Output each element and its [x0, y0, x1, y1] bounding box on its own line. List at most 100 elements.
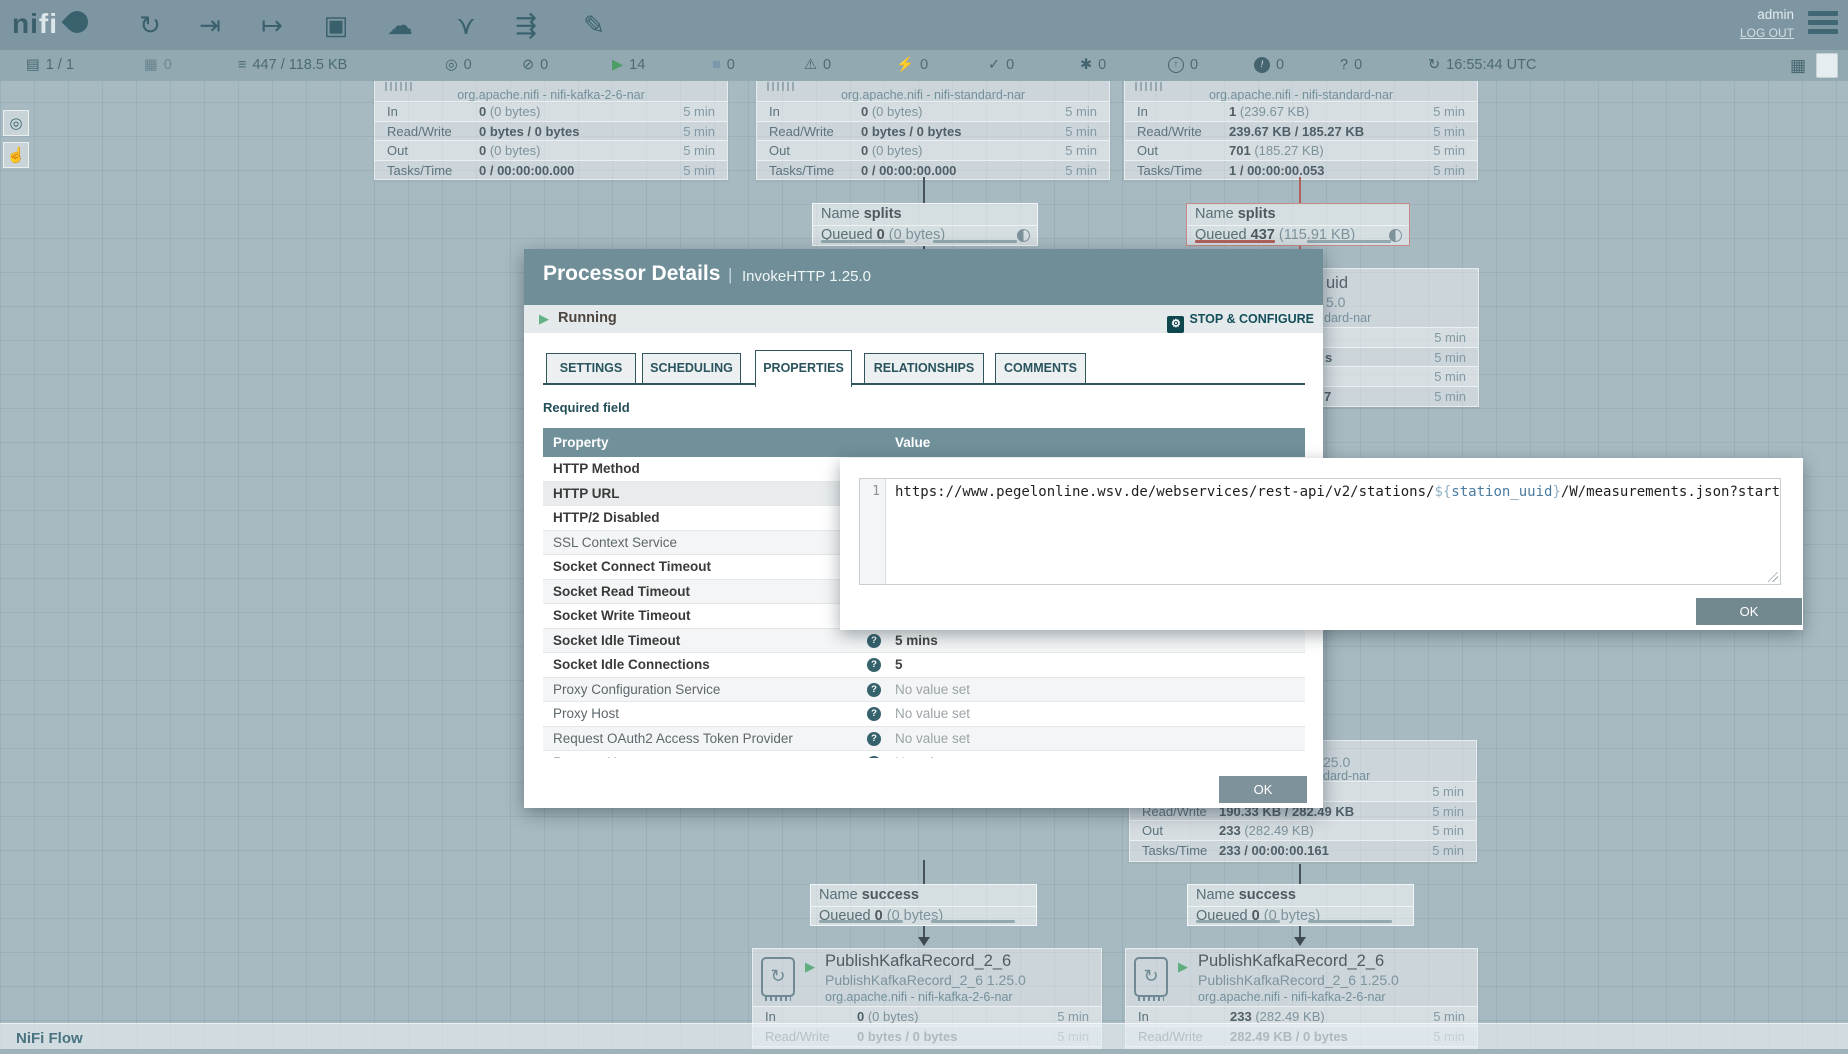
el-close-brace: } — [1552, 484, 1560, 500]
property-row-clipped[interactable]: Request Username?No value set — [543, 751, 1305, 758]
label-palette-icon[interactable]: ✎ — [572, 8, 616, 42]
refresh-icon: ↻ — [1428, 57, 1440, 73]
running-icon: ▶ — [1178, 959, 1188, 975]
dialog-tabs: SETTINGS SCHEDULING PROPERTIES RELATIONS… — [543, 350, 1305, 388]
navigate-icon: ◎ — [9, 115, 22, 132]
cluster-status: ▤1 / 1 — [26, 50, 74, 81]
invalid-icon: ⚠ — [804, 57, 817, 73]
stop-and-configure-button[interactable]: ⚙STOP & CONFIGURE — [1167, 309, 1314, 329]
value-editor-popup: 1 https://www.pegelonline.wsv.de/webserv… — [840, 458, 1803, 630]
locally-modified-icon: ✱ — [1080, 57, 1092, 73]
stat-row: Out 0 (0 bytes) 5 min — [375, 140, 727, 161]
stat-row: Out 0 (0 bytes) 5 min — [757, 140, 1109, 161]
stat-row: Tasks/Time 0 / 00:00:00.000 5 min — [375, 160, 727, 181]
template-palette-icon[interactable]: ⇶ — [504, 8, 548, 42]
locally-modified-and-stale-status: !0 — [1254, 50, 1284, 81]
invalid-status: ⚠0 — [804, 50, 831, 81]
connection-line — [1299, 864, 1301, 884]
run-state-label: Running — [558, 310, 617, 326]
breadcrumb[interactable]: NiFi Flow — [16, 1030, 83, 1047]
nifi-logo: nifi — [12, 8, 58, 40]
queued-icon: ≡ — [238, 57, 246, 73]
dialog-header: Processor Details | InvokeHTTP 1.25.0 — [524, 249, 1323, 305]
tab-underline — [543, 383, 1305, 385]
property-row-socket-idle-connections[interactable]: Socket Idle Connections?5 — [543, 653, 1305, 678]
connection-label-splits-left[interactable]: Name splits Queued 0 (0 bytes) — [812, 203, 1038, 246]
editor-code-line[interactable]: https://www.pegelonline.wsv.de/webservic… — [887, 479, 1780, 584]
connection-label-splits-right[interactable]: Name splits Queued 437 (115.91 KB) — [1186, 203, 1410, 246]
processor-bundle: org.apache.nifi - nifi-standard-nar — [757, 88, 1109, 102]
output-port-palette-icon[interactable]: ↦ — [250, 8, 294, 42]
tab-scheduling[interactable]: SCHEDULING — [642, 353, 741, 384]
help-icon[interactable]: ? — [867, 634, 881, 648]
process-group-palette-icon[interactable]: ▣ — [314, 8, 358, 42]
editor-ok-button[interactable]: OK — [1696, 598, 1802, 625]
arrowhead-icon — [918, 937, 930, 946]
help-icon[interactable]: ? — [867, 683, 881, 697]
property-row-proxy-host[interactable]: Proxy Host?No value set — [543, 702, 1305, 727]
stat-row: Out 701 (185.27 KB) 5 min — [1125, 140, 1477, 161]
nifi-app: org.apache.nifi - nifi-kafka-2-6-nar In … — [0, 0, 1848, 1054]
not-transmitting-status: ⊘0 — [522, 50, 548, 81]
panel-toggle-icon[interactable] — [1816, 53, 1838, 78]
gear-icon: ⚙ — [1167, 316, 1184, 333]
dialog-subtitle: InvokeHTTP 1.25.0 — [742, 268, 871, 285]
sync-failure-status: ?0 — [1340, 50, 1362, 81]
up-to-date-status: ✓0 — [988, 50, 1014, 81]
funnel-palette-icon[interactable]: ⋎ — [444, 8, 488, 42]
dialog-status-row: ▶ Running ⚙STOP & CONFIGURE — [524, 305, 1323, 333]
help-icon[interactable]: ? — [867, 732, 881, 746]
el-variable: station_uuid — [1451, 484, 1552, 500]
tab-properties[interactable]: PROPERTIES — [755, 350, 852, 387]
stat-row: Tasks/Time 1 / 00:00:00.053 5 min — [1125, 160, 1477, 181]
processor-bundle: org.apache.nifi - nifi-kafka-2-6-nar — [375, 88, 727, 102]
dialog-ok-button[interactable]: OK — [1219, 776, 1307, 803]
expression-editor[interactable]: 1 https://www.pegelonline.wsv.de/webserv… — [859, 478, 1781, 585]
flow-status-bar: ▤1 / 1 ▦0 ≡447 / 118.5 KB ◎0 ⊘0 ▶14 ■0 ⚠… — [0, 50, 1848, 81]
input-port-palette-icon[interactable]: ⇥ — [188, 8, 232, 42]
dialog-title: Processor Details — [543, 262, 720, 286]
stat-row: Tasks/Time 0 / 00:00:00.000 5 min — [757, 160, 1109, 181]
app-header: nifi ↻ ⇥ ↦ ▣ ☁ ⋎ ⇶ ✎ admin LOG OUT — [0, 0, 1848, 50]
help-icon[interactable]: ? — [867, 756, 881, 758]
cluster-icon: ▤ — [26, 57, 40, 73]
tab-relationships[interactable]: RELATIONSHIPS — [864, 353, 984, 384]
processor-palette-icon[interactable]: ↻ — [128, 8, 172, 42]
queued-status: ≡447 / 118.5 KB — [238, 50, 347, 81]
global-menu-button[interactable] — [1808, 11, 1838, 39]
table-header: Property Value — [543, 428, 1305, 457]
navigate-palette-button[interactable]: ◎ — [3, 110, 29, 136]
stale-status: ↑0 — [1168, 50, 1198, 81]
connection-label-success-right[interactable]: Name success Queued 0 (0 bytes) — [1187, 884, 1414, 926]
stale-icon: ↑ — [1168, 57, 1184, 73]
line-number-gutter: 1 — [860, 479, 886, 584]
running-status: ▶14 — [612, 50, 645, 81]
property-row-request-oauth2-provider[interactable]: Request OAuth2 Access Token Provider?No … — [543, 727, 1305, 752]
stat-row: In 1 (239.67 KB) 5 min — [1125, 101, 1477, 122]
resize-handle-icon[interactable] — [1768, 572, 1778, 582]
disabled-status: ⚡0 — [896, 50, 928, 81]
tab-comments[interactable]: COMMENTS — [995, 353, 1086, 384]
last-refresh[interactable]: ↻16:55:44 UTC — [1428, 50, 1536, 81]
current-user: admin — [1757, 7, 1794, 22]
stat-row: Read/Write 0 bytes / 0 bytes 5 min — [757, 121, 1109, 142]
stat-row: Read/Write 0 bytes / 0 bytes 5 min — [375, 121, 727, 142]
help-icon[interactable]: ? — [867, 707, 881, 721]
required-field-note: Required field — [543, 400, 630, 415]
grid-icon[interactable]: ▦ — [1790, 50, 1806, 81]
nifi-drop-icon — [61, 6, 92, 37]
connection-label-success-left[interactable]: Name success Queued 0 (0 bytes) — [810, 884, 1037, 926]
property-row-socket-idle-timeout[interactable]: Socket Idle Timeout?5 mins — [543, 629, 1305, 654]
threads-icon: ▦ — [144, 57, 158, 73]
processor-icon: ↻ — [761, 957, 795, 997]
connection-line — [923, 860, 925, 884]
logout-link[interactable]: LOG OUT — [1740, 26, 1794, 40]
property-row-proxy-configuration-service[interactable]: Proxy Configuration Service?No value set — [543, 678, 1305, 703]
operate-palette-button[interactable]: ☝ — [3, 142, 29, 168]
bottom-strip — [0, 1049, 1848, 1054]
running-icon: ▶ — [805, 959, 815, 975]
remote-process-group-palette-icon[interactable]: ☁ — [378, 8, 422, 42]
processor-bundle: org.apache.nifi - nifi-standard-nar — [1125, 88, 1477, 102]
tab-settings[interactable]: SETTINGS — [546, 353, 636, 384]
help-icon[interactable]: ? — [867, 658, 881, 672]
